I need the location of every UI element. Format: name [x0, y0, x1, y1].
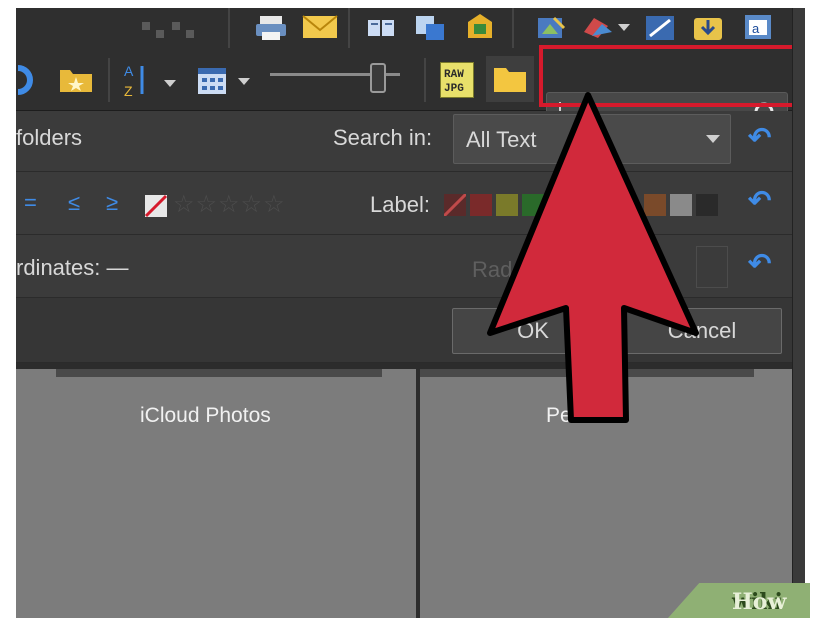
- annotation-arrow: [487, 92, 699, 423]
- app-window: a AZ RAW JPG folders Search in: All Text…: [16, 8, 805, 618]
- watermark-how: How: [732, 589, 787, 615]
